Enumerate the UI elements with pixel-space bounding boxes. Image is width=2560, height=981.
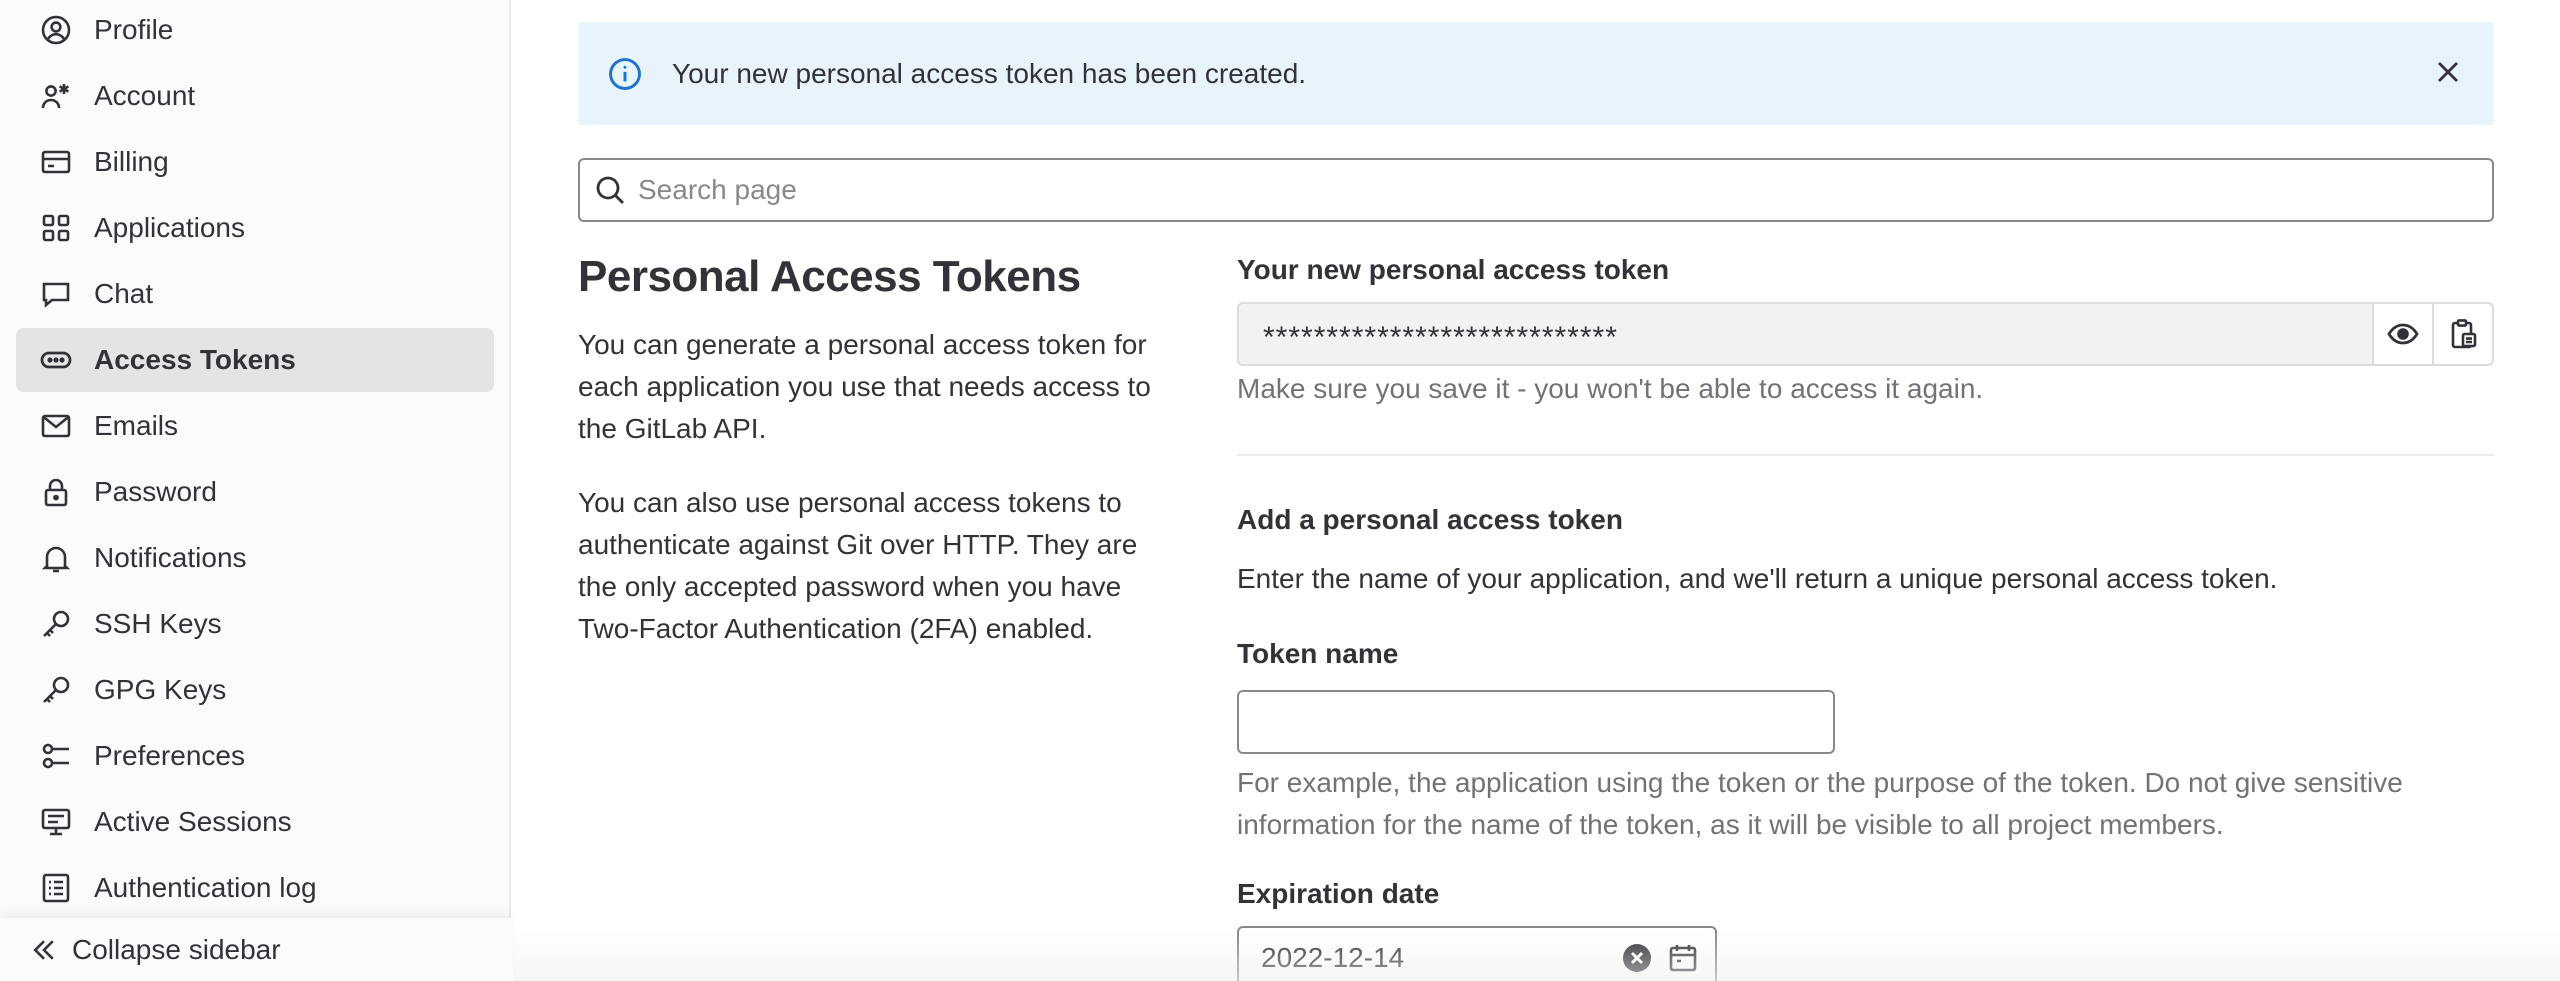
sidebar-item-emails[interactable]: Emails: [16, 394, 494, 458]
info-icon: [609, 57, 641, 90]
new-token-help: Make sure you save it - you won't be abl…: [1237, 373, 1984, 404]
profile-icon: [40, 14, 72, 46]
sidebar-item-billing[interactable]: Billing: [16, 130, 494, 194]
copy-token-button[interactable]: [2432, 304, 2492, 364]
search-page-box: [578, 158, 2494, 222]
sidebar-item-label: Authentication log: [94, 872, 317, 903]
sidebar-item-label: SSH Keys: [94, 608, 222, 639]
token-icon: [40, 344, 72, 376]
sidebar-item-label: Notifications: [94, 542, 247, 573]
sidebar-item-label: Applications: [94, 212, 245, 243]
add-token-heading: Add a personal access token: [1237, 504, 1623, 535]
clipboard-icon: [2451, 319, 2477, 349]
eye-icon: [2387, 323, 2419, 345]
sidebar-item-ssh-keys[interactable]: SSH Keys: [16, 592, 494, 656]
clear-icon[interactable]: [1621, 942, 1653, 974]
sidebar-item-active-sessions[interactable]: Active Sessions: [16, 790, 494, 854]
sidebar-item-authentication-log[interactable]: Authentication log: [16, 856, 494, 920]
account-icon: [40, 80, 72, 112]
new-token-value[interactable]: ****************************: [1263, 313, 2372, 355]
new-token-field: ****************************: [1237, 302, 2494, 366]
sidebar-item-access-tokens[interactable]: Access Tokens: [16, 328, 494, 392]
sidebar-item-gpg-keys[interactable]: GPG Keys: [16, 658, 494, 722]
alert-message: Your new personal access token has been …: [672, 57, 1307, 89]
sidebar-item-notifications[interactable]: Notifications: [16, 526, 494, 590]
reveal-token-button[interactable]: [2372, 304, 2432, 364]
sidebar-item-profile[interactable]: Profile: [16, 0, 494, 62]
add-token-intro: Enter the name of your application, and …: [1237, 563, 2278, 594]
bell-icon: [40, 542, 72, 574]
chevron-double-left-icon: [30, 936, 58, 964]
expiration-date-label: Expiration date: [1237, 878, 1440, 909]
calendar-icon[interactable]: [1667, 942, 1699, 974]
page-title: Personal Access Tokens: [578, 252, 1081, 301]
sidebar-item-label: Profile: [94, 14, 174, 45]
expiration-date-input[interactable]: 2022-12-14: [1237, 926, 1717, 981]
sidebar-item-label: Password: [94, 476, 217, 507]
lock-icon: [40, 476, 72, 508]
new-token-label: Your new personal access token: [1237, 254, 1670, 285]
search-icon: [596, 176, 624, 204]
sidebar-item-preferences[interactable]: Preferences: [16, 724, 494, 788]
sidebar-item-label: Billing: [94, 146, 169, 177]
page-description: You can generate a personal access token…: [578, 329, 1151, 444]
sidebar-item-label: Access Tokens: [94, 344, 296, 375]
page-description-2fa: You can also use personal access tokens …: [578, 487, 1138, 644]
expiration-date-value[interactable]: 2022-12-14: [1261, 942, 1621, 974]
close-icon[interactable]: [2432, 56, 2464, 88]
log-icon: [40, 872, 72, 904]
mail-icon: [40, 410, 72, 442]
collapse-sidebar-button[interactable]: Collapse sidebar: [0, 918, 511, 981]
monitor-icon: [40, 806, 72, 838]
sidebar-item-password[interactable]: Password: [16, 460, 494, 524]
token-name-label: Token name: [1237, 638, 1399, 669]
sidebar-item-label: Active Sessions: [94, 806, 292, 837]
search-input[interactable]: [638, 174, 2438, 206]
success-alert: Your new personal access token has been …: [578, 22, 2494, 125]
token-name-help: For example, the application using the t…: [1237, 767, 2403, 840]
key-icon: [40, 608, 72, 640]
sidebar-item-chat[interactable]: Chat: [16, 262, 494, 326]
sidebar-item-label: Account: [94, 80, 196, 111]
billing-icon: [40, 146, 72, 178]
token-name-input[interactable]: [1237, 690, 1835, 754]
applications-icon: [40, 212, 72, 244]
sidebar-item-label: Chat: [94, 278, 154, 309]
key-icon: [40, 674, 72, 706]
chat-icon: [40, 278, 72, 310]
sidebar-item-label: GPG Keys: [94, 674, 227, 705]
sidebar-item-label: Emails: [94, 410, 179, 441]
sidebar-item-applications[interactable]: Applications: [16, 196, 494, 260]
collapse-sidebar-label: Collapse sidebar: [72, 933, 281, 965]
sidebar-item-label: Preferences: [94, 740, 245, 771]
preferences-icon: [40, 740, 72, 772]
settings-sidebar: Profile Account Billing Applications Cha…: [0, 0, 511, 981]
section-divider: [1237, 454, 2494, 456]
sidebar-item-account[interactable]: Account: [16, 64, 494, 128]
